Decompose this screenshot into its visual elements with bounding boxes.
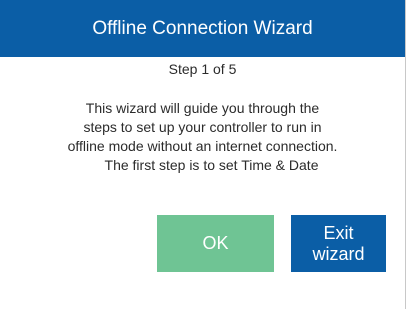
offline-wizard-dialog: Offline Connection Wizard Step 1 of 5 Th… (0, 0, 406, 309)
exit-wizard-button[interactable]: Exit wizard (291, 215, 386, 272)
ok-button[interactable]: OK (157, 215, 274, 272)
message-line: offline mode without an internet connect… (67, 138, 338, 154)
exit-wizard-label-line2: wizard (312, 243, 365, 264)
message-line: steps to set up your controller to run i… (83, 119, 322, 135)
step-indicator: Step 1 of 5 (168, 61, 237, 77)
exit-wizard-label-line1: Exit (323, 222, 354, 243)
message-line: The first step is to set Time & Date (104, 157, 319, 173)
message-line: This wizard will guide you through the (85, 100, 320, 116)
dialog-title: Offline Connection Wizard (0, 0, 405, 57)
wizard-message: This wizard will guide you through the s… (0, 99, 405, 175)
